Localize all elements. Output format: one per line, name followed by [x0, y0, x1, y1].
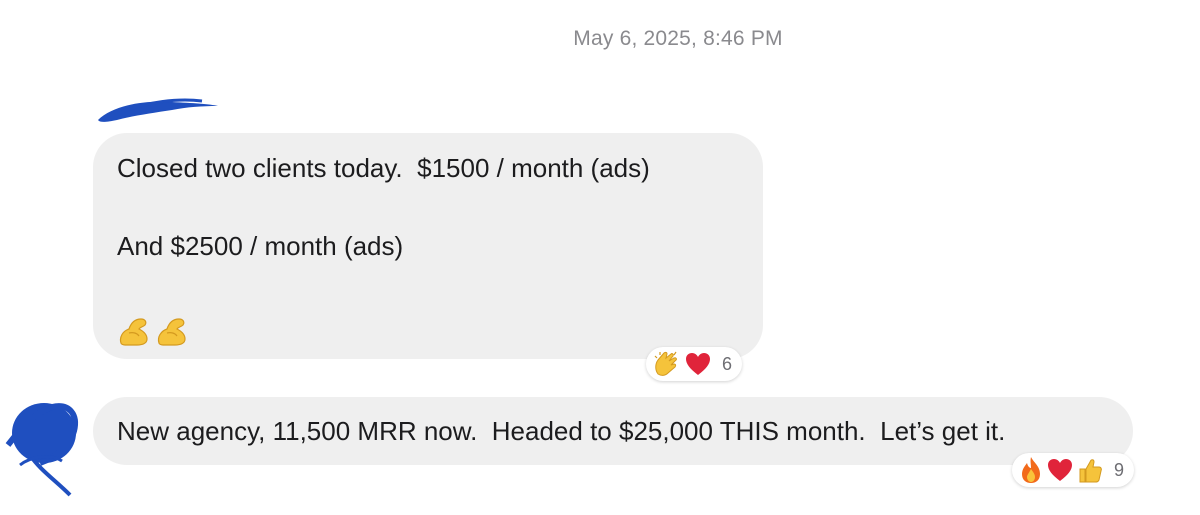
flexed-biceps-icon	[117, 315, 151, 347]
conversation-timestamp: May 6, 2025, 8:46 PM	[573, 27, 783, 50]
message-emoji-row	[117, 315, 739, 347]
red-heart-icon	[684, 351, 712, 377]
message-bubble[interactable]: Closed two clients today. $1500 / month …	[93, 133, 763, 359]
sender-name-redacted	[92, 92, 222, 128]
message-text-line: And $2500 / month (ads)	[117, 231, 404, 261]
message-text-line: Closed two clients today. $1500 / month …	[117, 153, 650, 183]
reaction-count: 6	[722, 353, 733, 374]
message-text-line	[117, 183, 739, 213]
message-text: New agency, 11,500 MRR now. Headed to $2…	[117, 416, 1006, 446]
avatar-redacted	[0, 395, 82, 500]
fire-icon	[1018, 455, 1044, 485]
reaction-count: 9	[1114, 459, 1125, 480]
message-reactions[interactable]: 9	[1012, 453, 1135, 487]
flexed-biceps-icon	[155, 315, 189, 347]
thumbs-up-icon	[1076, 456, 1104, 484]
clapping-hands-icon	[652, 350, 682, 378]
message-reactions[interactable]: 6	[646, 347, 743, 381]
message-bubble[interactable]: New agency, 11,500 MRR now. Headed to $2…	[93, 397, 1133, 465]
message-text-line	[117, 261, 739, 291]
red-heart-icon	[1046, 457, 1074, 483]
